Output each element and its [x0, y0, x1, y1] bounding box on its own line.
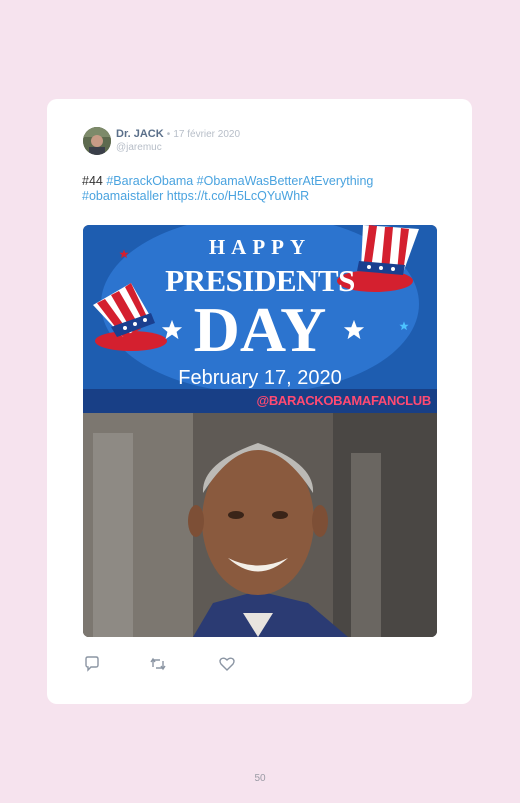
author-line: Dr. JACK • 17 février 2020	[116, 128, 240, 141]
banner-happy: HAPPY	[208, 235, 312, 259]
author-name[interactable]: Dr. JACK	[116, 128, 164, 140]
tweet-card: Dr. JACK • 17 février 2020 @jaremuc #44 …	[47, 99, 472, 704]
hashtag-line-1[interactable]: #BarackObama #ObamaWasBetterAtEverything	[106, 174, 373, 188]
retweet-icon[interactable]	[149, 655, 167, 673]
hashtag-line-2[interactable]: #obamaistaller	[82, 189, 163, 203]
banner-date: February 17, 2020	[178, 367, 342, 389]
tweet-actions	[83, 655, 243, 675]
tweet-date[interactable]: 17 février 2020	[173, 129, 240, 140]
avatar[interactable]	[83, 127, 111, 155]
tweet-link[interactable]: https://t.co/H5LcQYuWhR	[167, 189, 309, 203]
banner-watermark: @BARACKOBAMAFANCLUB	[256, 393, 431, 408]
tweet-text: #44 #BarackObama #ObamaWasBetterAtEveryt…	[82, 174, 442, 204]
portrait-photo	[83, 413, 437, 637]
tweet-media[interactable]: HAPPY PRESIDENTS DAY February 17, 2020 @…	[83, 225, 437, 637]
heart-icon[interactable]	[218, 655, 236, 673]
reply-icon[interactable]	[83, 655, 101, 673]
banner-day: DAY	[193, 294, 327, 365]
author-handle[interactable]: @jaremuc	[116, 142, 162, 153]
page-number: 50	[254, 773, 266, 784]
tweet-text-prefix: #44	[82, 174, 103, 188]
separator: •	[166, 129, 171, 140]
presidents-day-banner: HAPPY PRESIDENTS DAY February 17, 2020 @…	[83, 225, 437, 413]
